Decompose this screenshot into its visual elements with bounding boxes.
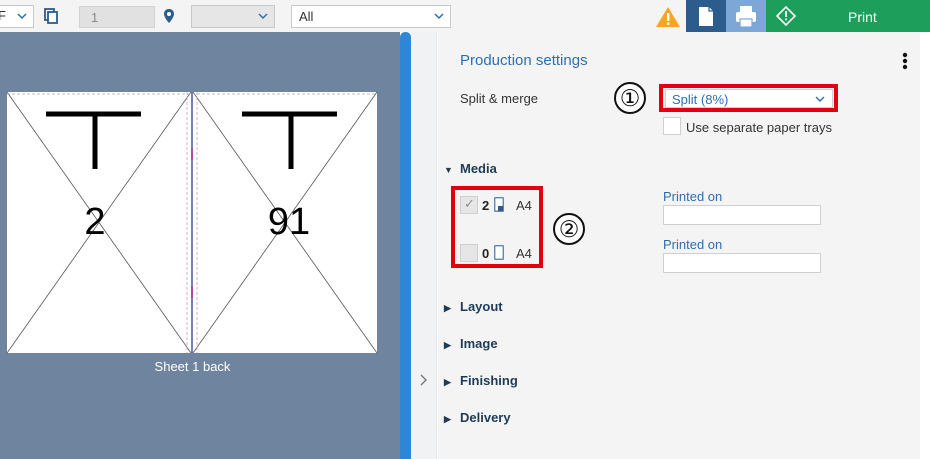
collapsed-triangle-icon: ▶ [444, 303, 451, 313]
callout-1: ① [614, 82, 646, 114]
document-icon [699, 7, 713, 26]
section-media-label: Media [460, 161, 497, 176]
location-select[interactable] [191, 5, 275, 28]
section-finishing[interactable]: ▶ Finishing [444, 373, 518, 388]
warning-icon[interactable] [655, 6, 681, 28]
chevron-down-icon [258, 13, 268, 20]
section-layout-label: Layout [460, 299, 503, 314]
more-options-icon[interactable] [902, 52, 908, 70]
chevron-right-icon[interactable] [419, 374, 429, 386]
page-number-right: 91 [268, 201, 310, 243]
chevron-down-icon [17, 13, 27, 20]
panel-title: Production settings [460, 52, 588, 69]
printed-on-label: Printed on [663, 189, 723, 204]
print-button-label: Print [848, 9, 877, 25]
section-finishing-label: Finishing [460, 373, 518, 388]
filter-select-value: All [299, 9, 314, 24]
copies-icon[interactable] [44, 8, 58, 24]
sheet-preview: 2 91 Sheet 1 back [0, 32, 400, 459]
view-select[interactable]: F [0, 5, 34, 28]
location-pin-icon [164, 9, 174, 23]
collapsed-triangle-icon: ▶ [444, 377, 451, 387]
panel-splitter[interactable] [411, 32, 437, 459]
printed-on-field[interactable] [663, 205, 821, 225]
split-merge-label: Split & merge [460, 91, 539, 106]
section-layout[interactable]: ▶ Layout [444, 299, 503, 314]
filter-select[interactable]: All [291, 5, 451, 28]
settings-panel: Production settings Split & merge ① Spli… [438, 32, 920, 459]
toolbar: F 1 All Print [0, 0, 930, 33]
sheet-number-value: 1 [91, 10, 99, 25]
chevron-down-icon [434, 13, 444, 20]
section-delivery-label: Delivery [460, 410, 511, 425]
print-button[interactable]: Print [766, 0, 930, 33]
view-select-value: F [0, 8, 6, 23]
section-image[interactable]: ▶ Image [444, 336, 498, 351]
page-number-left: 2 [84, 201, 105, 243]
printer-view-button[interactable] [726, 0, 766, 33]
sheet-number-input[interactable]: 1 [79, 6, 155, 28]
printed-on-field[interactable] [663, 253, 821, 273]
callout-2: ② [553, 213, 585, 245]
preview-scrollbar[interactable] [400, 32, 411, 459]
callout-highlight-1 [659, 84, 838, 112]
callout-highlight-2 [451, 186, 543, 268]
sheet-canvas: 2 91 [6, 91, 378, 354]
start-diamond-icon [776, 6, 796, 26]
collapsed-triangle-icon: ▶ [444, 414, 451, 424]
printed-on-label: Printed on [663, 237, 723, 252]
separate-trays-checkbox[interactable] [663, 117, 681, 135]
collapsed-triangle-icon: ▶ [444, 340, 451, 350]
separate-trays-label: Use separate paper trays [686, 120, 832, 135]
expanded-triangle-icon: ▼ [444, 165, 453, 175]
section-image-label: Image [460, 336, 498, 351]
printer-icon [736, 6, 756, 28]
section-media[interactable]: ▼ Media [444, 161, 497, 176]
panel-scrollbar[interactable] [920, 32, 930, 459]
section-delivery[interactable]: ▶ Delivery [444, 410, 511, 425]
sheet-caption: Sheet 1 back [154, 359, 231, 374]
document-view-button[interactable] [686, 0, 726, 33]
